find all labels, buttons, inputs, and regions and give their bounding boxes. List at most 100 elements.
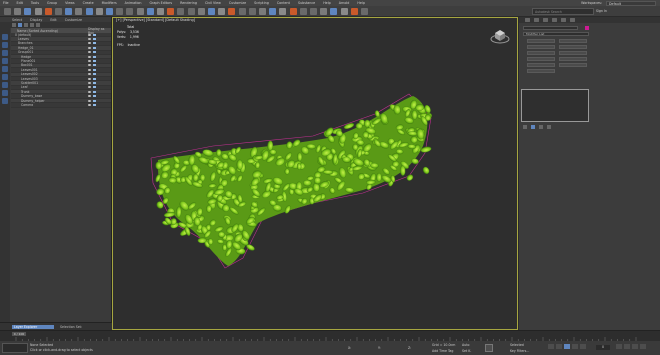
reference-coordinate-icon[interactable] [146, 8, 154, 15]
set-key-icon[interactable] [485, 344, 493, 352]
explorer-row[interactable]: Camera [11, 103, 111, 108]
modifier-list-dropdown[interactable]: Modifier List [523, 32, 589, 36]
goto-end-icon[interactable] [580, 344, 586, 349]
show-end-result-icon[interactable] [531, 125, 535, 129]
modifier-shortcut-button[interactable] [559, 57, 587, 62]
display-box-icon[interactable] [93, 33, 96, 36]
explorer-menu-display[interactable]: Display [30, 18, 42, 22]
menu-item-6[interactable]: Modifiers [102, 1, 117, 5]
modifier-shortcut-button[interactable] [559, 45, 587, 50]
display-box-icon[interactable] [93, 60, 96, 63]
selection-filter-icon[interactable] [55, 8, 62, 15]
visibility-eye-icon[interactable] [88, 38, 91, 41]
menu-item-0[interactable]: File [3, 1, 9, 5]
visibility-eye-icon[interactable] [88, 68, 91, 71]
render-iterative-icon[interactable] [350, 8, 358, 15]
menu-item-10[interactable]: Civil View [205, 1, 221, 5]
menu-item-2[interactable]: Tools [31, 1, 39, 5]
visibility-eye-icon[interactable] [88, 95, 91, 98]
search-input[interactable]: Autodesk Search [532, 8, 594, 15]
object-color-swatch[interactable] [585, 26, 589, 30]
visibility-eye-icon[interactable] [88, 42, 91, 45]
menu-item-17[interactable]: Help [357, 1, 365, 5]
time-slider[interactable]: 0 / 100 [12, 332, 26, 336]
menu-item-16[interactable]: Arnold [339, 1, 350, 5]
display-box-icon[interactable] [93, 73, 96, 76]
mirror-icon[interactable] [238, 8, 246, 15]
hierarchy-tab-icon[interactable] [543, 18, 548, 22]
set-key-button[interactable]: Set K. [462, 349, 471, 353]
pan-icon[interactable] [624, 344, 630, 349]
display-tab-icon[interactable] [561, 18, 566, 22]
filter-button-5-icon[interactable] [2, 74, 8, 80]
auto-key-button[interactable]: Auto [462, 343, 469, 347]
modifier-shortcut-button[interactable] [527, 39, 555, 44]
modifier-shortcut-button[interactable] [559, 63, 587, 68]
perspective-viewport[interactable]: [+] [Perspective] [Standard] [Default Sh… [112, 17, 518, 330]
zoom-icon[interactable] [616, 344, 622, 349]
visibility-eye-icon[interactable] [88, 103, 91, 106]
visibility-eye-icon[interactable] [88, 64, 91, 67]
visibility-eye-icon[interactable] [88, 77, 91, 80]
display-box-icon[interactable] [93, 95, 96, 98]
modifier-shortcut-button[interactable] [527, 63, 555, 68]
add-time-tag-button[interactable]: Add Time Tag [432, 349, 453, 353]
next-frame-icon[interactable] [572, 344, 578, 349]
visibility-eye-icon[interactable] [88, 55, 91, 58]
menu-item-9[interactable]: Rendering [180, 1, 197, 5]
explorer-tool-2-icon[interactable] [24, 23, 28, 27]
filter-button-8-icon[interactable] [2, 98, 8, 104]
maxscript-listener[interactable] [2, 343, 28, 353]
filter-button-2-icon[interactable] [2, 50, 8, 56]
menu-item-12[interactable]: Scripting [254, 1, 269, 5]
modifier-shortcut-button[interactable] [527, 69, 555, 74]
visibility-eye-icon[interactable] [88, 33, 91, 36]
motion-tab-icon[interactable] [552, 18, 557, 22]
visibility-eye-icon[interactable] [88, 90, 91, 93]
link-icon[interactable] [24, 8, 32, 15]
explorer-menu-edit[interactable]: Edit [50, 18, 56, 22]
modifier-stack[interactable] [521, 89, 589, 122]
display-box-icon[interactable] [93, 68, 96, 71]
render-active-icon[interactable] [361, 8, 368, 15]
modifier-shortcut-button[interactable] [527, 51, 555, 56]
menu-item-14[interactable]: Substance [298, 1, 315, 5]
filter-button-0-icon[interactable] [2, 34, 8, 40]
modifier-shortcut-button[interactable] [559, 39, 587, 44]
spinner-snap-icon[interactable] [218, 8, 226, 15]
menu-item-3[interactable]: Group [47, 1, 57, 5]
bind-space-warp-icon[interactable] [44, 8, 52, 15]
curve-editor-icon[interactable] [279, 8, 287, 15]
modifier-shortcut-button[interactable] [527, 57, 555, 62]
angle-snap-icon[interactable] [197, 8, 205, 15]
filter-button-3-icon[interactable] [2, 58, 8, 64]
select-and-move-icon[interactable] [106, 8, 113, 15]
previous-frame-icon[interactable] [556, 344, 562, 349]
explorer-tool-3-icon[interactable] [30, 23, 34, 27]
explorer-tool-0-icon[interactable] [12, 23, 16, 27]
visibility-eye-icon[interactable] [88, 73, 91, 76]
pin-stack-icon[interactable] [523, 125, 527, 129]
window-crossing-icon[interactable] [95, 8, 103, 15]
sign-in-button[interactable]: Sign In [596, 8, 636, 15]
orbit-icon[interactable] [632, 344, 638, 349]
named-selection-icon[interactable] [228, 8, 236, 15]
display-box-icon[interactable] [93, 99, 96, 102]
current-frame-field[interactable]: 0 [596, 345, 610, 350]
object-name-field[interactable] [523, 26, 578, 30]
visibility-eye-icon[interactable] [88, 46, 91, 49]
timeline[interactable]: 0 / 100 [0, 330, 660, 341]
unlink-icon[interactable] [34, 8, 42, 15]
visibility-eye-icon[interactable] [88, 86, 91, 89]
display-box-icon[interactable] [93, 46, 96, 49]
menu-item-7[interactable]: Animation [125, 1, 142, 5]
visibility-eye-icon[interactable] [88, 81, 91, 84]
display-box-icon[interactable] [93, 86, 96, 89]
display-box-icon[interactable] [93, 90, 96, 93]
schematic-view-icon[interactable] [289, 8, 297, 15]
explorer-menu-customize[interactable]: Customize [65, 18, 82, 22]
modifier-shortcut-button[interactable] [527, 45, 555, 50]
make-unique-icon[interactable] [539, 125, 543, 129]
display-box-icon[interactable] [93, 42, 96, 45]
menu-item-13[interactable]: Content [277, 1, 290, 5]
